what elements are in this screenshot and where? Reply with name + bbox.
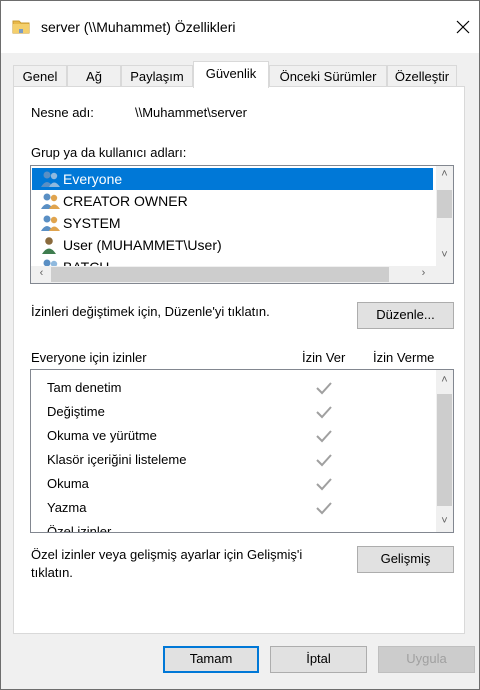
tab-paylasim[interactable]: Paylaşım [121,65,193,87]
edit-button[interactable]: Düzenle... [357,302,454,329]
deny-column-header: İzin Verme [373,350,435,365]
group-icon [41,193,60,209]
scroll-left-icon[interactable]: ‹ [33,267,50,279]
allow-check-icon [316,382,332,395]
security-panel: Nesne adı: \\Muhammet\server Grup ya da … [13,86,465,634]
permission-write: Yazma [47,500,87,515]
window-title: server (\\Muhammet) Özellikleri [41,19,236,35]
ok-button[interactable]: Tamam [163,646,259,673]
permissions-label: Everyone için izinler [31,350,147,365]
permissions-listbox[interactable]: Tam denetim Değiştime Okuma ve yürütme K… [30,369,454,533]
scroll-up-icon[interactable]: ˄ [436,374,453,386]
permission-special: Özel izinler [47,524,112,533]
tab-strip: Genel Ağ Paylaşım Güvenlik Önceki Sürüml… [1,61,479,88]
groups-listbox[interactable]: Everyone CREATOR OWNER SYSTEM User (MUHA… [30,165,454,284]
scroll-down-icon[interactable]: ˅ [436,515,453,527]
list-item-everyone[interactable]: Everyone [32,168,433,190]
folder-icon [12,20,30,34]
list-item-label: CREATOR OWNER [63,193,188,209]
close-icon [456,20,470,34]
list-item-label: User (MUHAMMET\User) [63,237,222,253]
user-icon [42,237,56,254]
groups-hscrollbar[interactable]: ‹ › [31,266,453,283]
list-item-creator-owner[interactable]: CREATOR OWNER [32,190,433,212]
allow-check-icon [316,430,332,443]
group-icon [41,171,60,187]
advanced-button[interactable]: Gelişmiş [357,546,454,573]
scroll-right-icon[interactable]: › [415,267,432,279]
object-name-value: \\Muhammet\server [135,105,247,120]
tab-guvenlik[interactable]: Güvenlik [193,61,269,88]
groups-label: Grup ya da kullanıcı adları: [31,145,187,160]
permission-read: Okuma [47,476,89,491]
tab-ozellestir[interactable]: Özelleştir [387,65,457,87]
cancel-button[interactable]: İptal [270,646,367,673]
edit-hint: İzinleri değiştimek için, Düzenle'yi tık… [31,304,270,319]
allow-check-icon [316,406,332,419]
advanced-hint-line2: tıklatın. [31,565,73,580]
properties-dialog: server (\\Muhammet) Özellikleri Genel Ağ… [0,0,480,690]
apply-button[interactable]: Uygula [378,646,475,673]
group-icon [41,215,60,231]
tab-genel[interactable]: Genel [13,65,67,87]
scroll-thumb[interactable] [437,394,452,506]
list-item-system[interactable]: SYSTEM [32,212,433,234]
object-name-label: Nesne adı: [31,105,94,120]
scroll-thumb[interactable] [437,190,452,218]
allow-check-icon [316,502,332,515]
tab-onceki-surumler[interactable]: Önceki Sürümler [269,65,387,87]
close-button[interactable] [447,11,479,43]
allow-check-icon [316,454,332,467]
allow-column-header: İzin Ver [302,350,346,365]
scroll-down-icon[interactable]: ˅ [436,249,453,261]
list-item-user[interactable]: User (MUHAMMET\User) [32,234,433,256]
permissions-vscrollbar[interactable]: ˄ ˅ [436,370,453,532]
scroll-up-icon[interactable]: ˄ [436,168,453,180]
permission-full-control: Tam denetim [47,380,122,395]
permission-modify: Değiştime [47,404,105,419]
list-item-label: SYSTEM [63,215,121,231]
allow-check-icon [316,478,332,491]
advanced-hint-line1: Özel izinler veya gelişmiş ayarlar için … [31,547,303,562]
groups-vscrollbar[interactable]: ˄ ˅ [436,166,453,266]
list-item-label: Everyone [63,171,123,187]
permission-list-folder: Klasör içeriğini listeleme [47,452,187,467]
scroll-thumb[interactable] [51,267,389,282]
title-bar[interactable]: server (\\Muhammet) Özellikleri [1,1,479,53]
permission-read-execute: Okuma ve yürütme [47,428,157,443]
tab-ag[interactable]: Ağ [67,65,121,87]
